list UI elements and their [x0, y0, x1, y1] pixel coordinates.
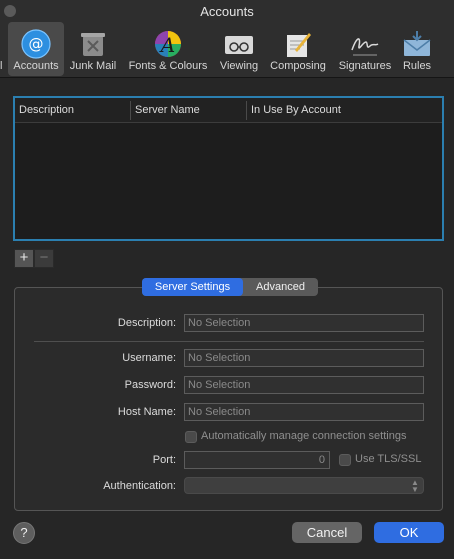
toolbar-item-fonts-colours[interactable]: A Fonts & Colours: [124, 22, 212, 76]
tab-server-settings[interactable]: Server Settings: [142, 278, 243, 296]
remove-account-button[interactable]: −: [34, 249, 54, 268]
use-tls-label: Use TLS/SSL: [355, 453, 422, 465]
window-title: Accounts: [200, 4, 254, 19]
toolbar-item-signatures[interactable]: Signatures: [333, 22, 397, 76]
svg-text:@: @: [29, 35, 44, 53]
toolbar-label-composing: Composing: [270, 60, 326, 72]
auto-manage-label: Automatically manage connection settings: [201, 430, 407, 442]
help-button[interactable]: ?: [13, 522, 35, 544]
password-label: Password:: [124, 379, 176, 391]
settings-tab-control: Server Settings Advanced: [142, 278, 318, 296]
tab-advanced[interactable]: Advanced: [243, 278, 318, 296]
toolbar-item-viewing[interactable]: Viewing: [215, 22, 263, 76]
column-header-description[interactable]: Description: [19, 104, 74, 116]
username-label: Username:: [122, 352, 176, 364]
glasses-icon: [225, 36, 253, 54]
form-separator: [34, 341, 424, 342]
toolbar-label-fonts-colours: Fonts & Colours: [128, 60, 208, 72]
ok-button[interactable]: OK: [374, 522, 444, 543]
svg-text:A: A: [159, 33, 175, 57]
authentication-label: Authentication:: [103, 480, 176, 492]
toolbar-label-accounts: Accounts: [13, 60, 59, 72]
add-account-button[interactable]: +: [14, 249, 34, 268]
column-divider[interactable]: [130, 101, 131, 120]
use-tls-checkbox[interactable]: [339, 454, 351, 466]
cancel-button[interactable]: Cancel: [292, 522, 362, 543]
font-colour-icon: A: [155, 31, 181, 57]
column-header-in-use-by-account[interactable]: In Use By Account: [251, 104, 341, 116]
toolbar-item-accounts[interactable]: @ Accounts: [8, 22, 64, 76]
junk-bin-icon: [81, 33, 105, 56]
toolbar-item-junk-mail[interactable]: Junk Mail: [65, 22, 121, 76]
password-field[interactable]: No Selection: [184, 376, 424, 394]
toolbar-label-rules: Rules: [402, 60, 432, 72]
authentication-popup[interactable]: ▲ ▼: [184, 477, 424, 494]
port-label: Port:: [152, 454, 176, 466]
title-bar: Accounts: [0, 0, 454, 22]
column-header-server-name[interactable]: Server Name: [135, 104, 200, 116]
port-field[interactable]: 0: [184, 451, 330, 469]
toolbar-label-signatures: Signatures: [338, 60, 392, 72]
pencil-notepad-icon: [287, 33, 311, 57]
description-field[interactable]: No Selection: [184, 314, 424, 332]
accounts-table-header: Description Server Name In Use By Accoun…: [15, 98, 442, 123]
column-divider[interactable]: [246, 101, 247, 120]
toolbar-label-junk-mail: Junk Mail: [69, 60, 117, 72]
host-name-field[interactable]: No Selection: [184, 403, 424, 421]
description-label: Description:: [117, 317, 176, 329]
auto-manage-checkbox[interactable]: [185, 431, 197, 443]
toolbar-item-composing[interactable]: Composing: [266, 22, 330, 76]
at-sign-icon: @: [21, 29, 51, 59]
toolbar-item-rules[interactable]: Rules: [398, 22, 436, 76]
accounts-table[interactable]: Description Server Name In Use By Accoun…: [13, 96, 444, 241]
toolbar-label-viewing: Viewing: [219, 60, 259, 72]
rules-envelope-icon: [403, 31, 431, 56]
host-name-label: Host Name:: [117, 406, 176, 418]
signature-icon: [351, 38, 379, 56]
popup-arrows-icon: ▲ ▼: [411, 478, 419, 494]
toolbar-item-partial-label[interactable]: l: [0, 60, 2, 72]
username-field[interactable]: No Selection: [184, 349, 424, 367]
preferences-toolbar: l @ Accounts Junk Mail A Fonts & Colours: [0, 22, 454, 78]
